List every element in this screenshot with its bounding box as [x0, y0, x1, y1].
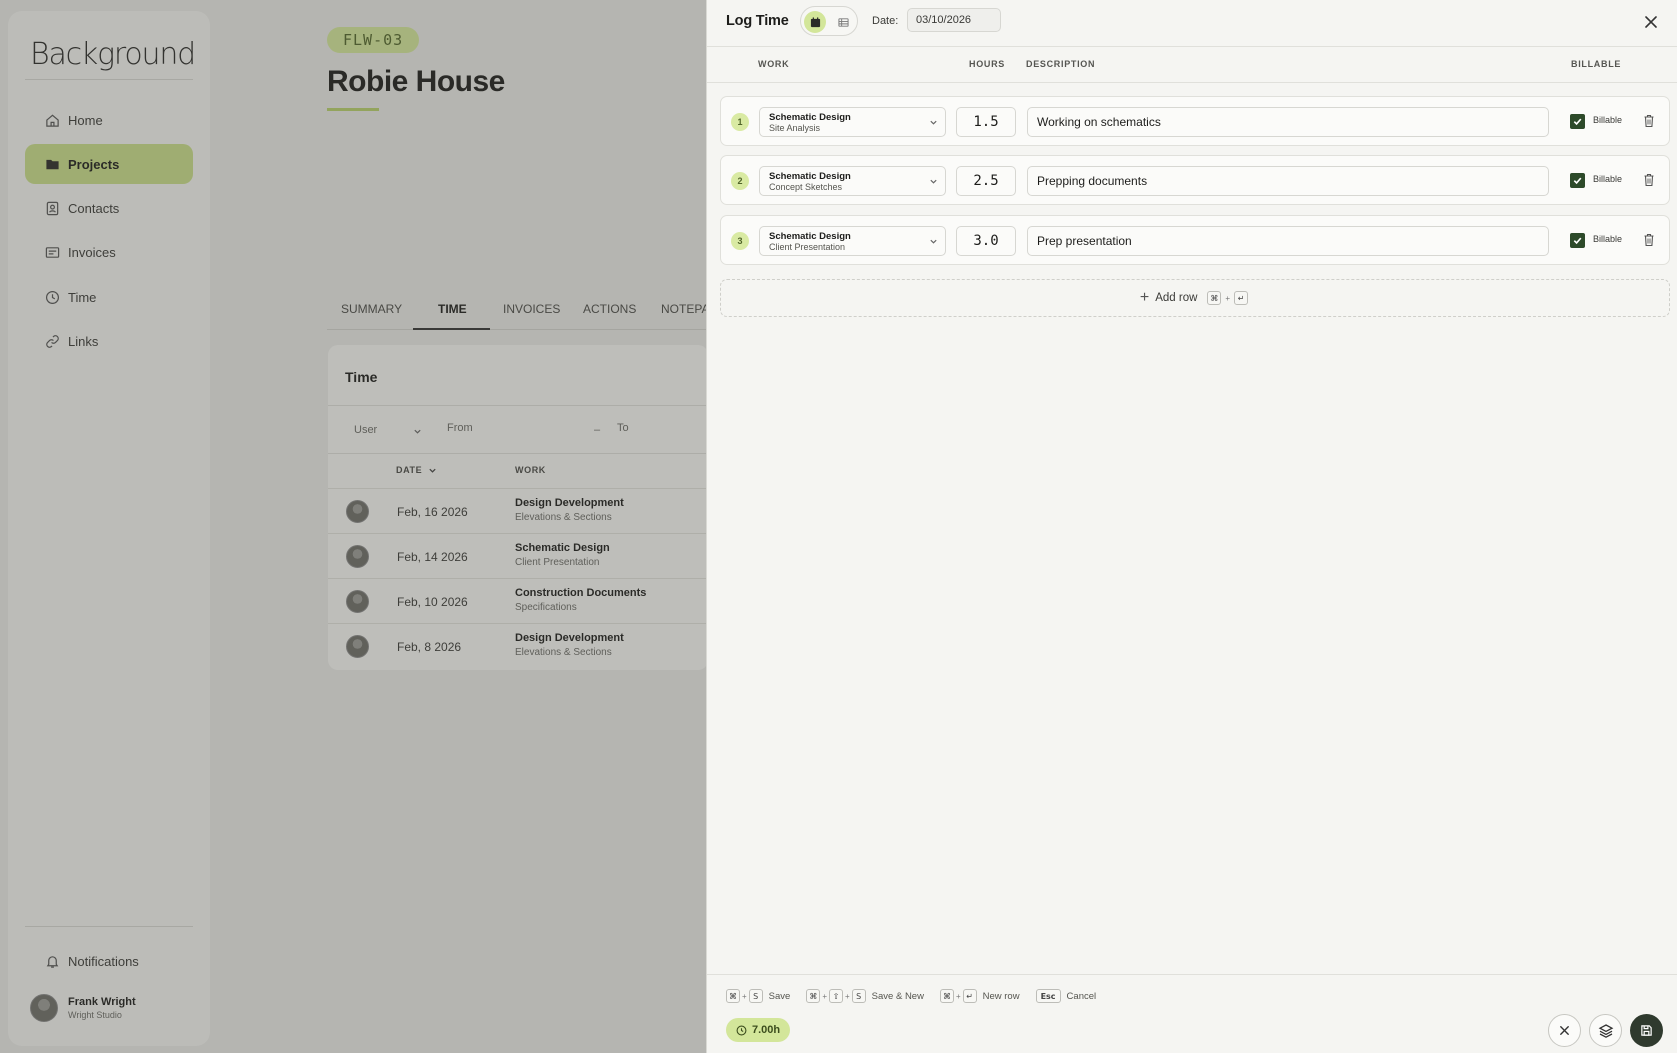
drawer-header: Log Time Date: 03/10/2026 — [707, 0, 1677, 47]
total-hours-badge: 7.00h — [726, 1018, 791, 1042]
work-phase: Schematic Design — [769, 231, 851, 242]
billable-checkbox[interactable] — [1570, 233, 1585, 248]
key-cap: S — [851, 989, 866, 1003]
layers-icon — [1598, 1023, 1613, 1038]
hours-input[interactable]: 1.5 — [956, 107, 1016, 137]
calendar-view-button[interactable] — [804, 11, 826, 33]
trash-icon[interactable] — [1643, 114, 1655, 128]
time-entry-row: 3 Schematic Design Client Presentation 3… — [720, 215, 1670, 265]
billable-label: Billable — [1593, 234, 1623, 244]
key-cap: S — [748, 989, 763, 1003]
calendar-icon — [810, 16, 820, 27]
log-time-drawer: Log Time Date: 03/10/2026 WORK HOURS DES… — [706, 0, 1677, 1053]
trash-icon[interactable] — [1643, 233, 1655, 247]
close-icon — [1560, 1026, 1569, 1035]
billable-label: Billable — [1593, 115, 1623, 125]
key-cap: ⌘ — [939, 989, 954, 1003]
work-task: Client Presentation — [769, 242, 846, 252]
description-column-header: DESCRIPTION — [1026, 59, 1096, 69]
chevron-down-icon — [930, 120, 937, 125]
entries-column-headers: WORK HOURS DESCRIPTION BILLABLE — [707, 48, 1677, 83]
billable-column-header: BILLABLE — [1571, 59, 1622, 69]
work-select[interactable]: Schematic Design Site Analysis — [759, 107, 946, 137]
billable-checkbox[interactable] — [1570, 114, 1585, 129]
key-plus: + — [822, 991, 827, 1001]
key-cap: ⇧ — [829, 989, 843, 1003]
shortcut-new-row: ⌘ + ↵ New row — [939, 989, 1020, 1003]
shortcut-save: ⌘ + S Save — [726, 989, 790, 1003]
key-plus: + — [1225, 293, 1231, 303]
key-plus: + — [955, 991, 961, 1001]
billable-label: Billable — [1593, 174, 1623, 184]
save-button[interactable] — [1630, 1014, 1663, 1047]
checkmark-icon — [1573, 177, 1582, 185]
key-plus: + — [742, 991, 747, 1001]
shortcut-cancel: Esc Cancel — [1035, 989, 1097, 1003]
date-field[interactable]: 03/10/2026 — [907, 8, 1001, 32]
description-input[interactable]: Prep presentation — [1027, 226, 1549, 256]
work-column-header: WORK — [758, 59, 790, 69]
trash-icon[interactable] — [1643, 173, 1655, 187]
shortcut-save-new: ⌘ + ⇧ + S Save & New — [806, 989, 924, 1003]
key-cap: ⌘ — [806, 989, 821, 1003]
hours-input[interactable]: 3.0 — [956, 226, 1016, 256]
key-cap: ⌘ — [1207, 291, 1222, 305]
close-icon[interactable] — [1642, 13, 1660, 31]
table-icon — [837, 17, 849, 27]
time-entry-row: 2 Schematic Design Concept Sketches 2.5 … — [720, 155, 1670, 205]
work-select[interactable]: Schematic Design Concept Sketches — [759, 166, 946, 196]
add-row-label: Add row — [1155, 292, 1198, 304]
view-toggle — [800, 6, 858, 36]
key-plus: + — [845, 991, 850, 1001]
work-phase: Schematic Design — [769, 112, 851, 123]
chevron-down-icon — [930, 179, 937, 184]
date-label: Date: — [872, 15, 899, 27]
hours-column-header: HOURS — [969, 59, 1006, 69]
chevron-down-icon — [930, 239, 937, 244]
shortcut-label: New row — [982, 990, 1020, 1002]
shortcut-label: Cancel — [1066, 990, 1097, 1002]
plus-icon: + — [1139, 289, 1150, 306]
total-hours: 7.00h — [752, 1024, 781, 1036]
clock-icon — [736, 1025, 747, 1035]
save-and-new-button[interactable] — [1589, 1014, 1622, 1047]
save-icon — [1641, 1025, 1652, 1036]
shortcut-label: Save & New — [871, 990, 924, 1002]
key-cap: ⌘ — [726, 989, 740, 1003]
work-task: Site Analysis — [769, 123, 821, 133]
key-cap: ↵ — [962, 989, 977, 1003]
keyboard-shortcuts: ⌘ + S Save ⌘ + ⇧ + S Save & New ⌘ + ↵ Ne… — [726, 989, 1112, 1003]
row-number: 1 — [731, 113, 749, 131]
shortcut-label: Save — [768, 990, 791, 1002]
hours-input[interactable]: 2.5 — [956, 166, 1016, 196]
description-input[interactable]: Working on schematics — [1027, 107, 1549, 137]
work-phase: Schematic Design — [769, 171, 851, 182]
description-input[interactable]: Prepping documents — [1027, 166, 1549, 196]
add-row-button[interactable]: + Add row ⌘ + ↵ — [720, 279, 1670, 317]
checkmark-icon — [1573, 118, 1582, 126]
list-view-button[interactable] — [832, 11, 854, 33]
work-task: Concept Sketches — [769, 182, 843, 192]
time-entry-row: 1 Schematic Design Site Analysis 1.5 Wor… — [720, 96, 1670, 146]
drawer-title: Log Time — [726, 13, 789, 29]
key-cap: Esc — [1035, 989, 1061, 1003]
checkmark-icon — [1573, 237, 1582, 245]
row-number: 2 — [731, 172, 749, 190]
add-row-shortcut: ⌘ + ↵ — [1205, 291, 1250, 305]
key-cap: ↵ — [1234, 291, 1249, 305]
cancel-button[interactable] — [1548, 1014, 1581, 1047]
billable-checkbox[interactable] — [1570, 173, 1585, 188]
drawer-footer: ⌘ + S Save ⌘ + ⇧ + S Save & New ⌘ + ↵ Ne… — [707, 974, 1677, 1053]
work-select[interactable]: Schematic Design Client Presentation — [759, 226, 946, 256]
row-number: 3 — [731, 232, 749, 250]
